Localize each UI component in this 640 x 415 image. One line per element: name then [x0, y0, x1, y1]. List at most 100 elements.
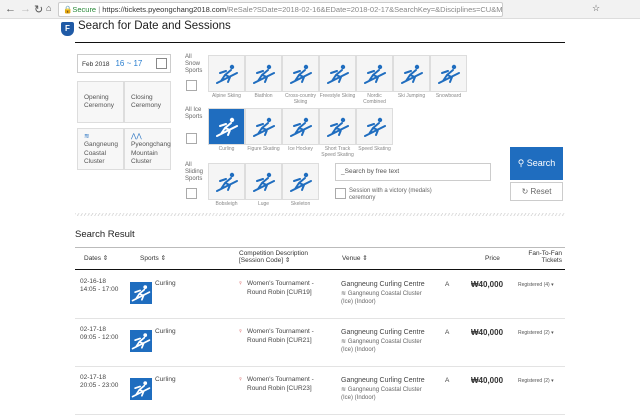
- col-description[interactable]: Competition Description [Session Code] ⇕: [239, 250, 308, 264]
- row-sport: Curling: [155, 328, 176, 335]
- home-icon[interactable]: ⌂: [46, 3, 51, 13]
- sport-icon: [208, 108, 245, 145]
- row-sport: Curling: [155, 376, 176, 383]
- date-month: Feb 2018: [82, 61, 110, 68]
- row-tickets-dropdown[interactable]: Registered (4) ▾: [518, 282, 554, 288]
- table-row[interactable]: 02-17-18 09:05 - 12:00 Curling ♀ Women's …: [75, 319, 565, 367]
- sport-tile[interactable]: Cross-country Skiing: [282, 55, 319, 105]
- address-bar[interactable]: 🔒Secure | https://tickets.pyeongchang201…: [58, 2, 503, 17]
- row-sport: Curling: [155, 280, 176, 287]
- divider: [75, 247, 565, 248]
- all-sports-checkbox[interactable]: [186, 188, 197, 199]
- sport-icon: [393, 55, 430, 92]
- sport-icon: [356, 55, 393, 92]
- col-price: Price: [485, 255, 500, 262]
- cluster-icon: ≋: [341, 338, 348, 345]
- sport-tile[interactable]: Nordic Combined: [356, 55, 393, 105]
- sport-tile[interactable]: Figure Skating: [245, 108, 282, 158]
- date-picker[interactable]: Feb 2018 16 ~ 17: [77, 54, 171, 73]
- female-icon: ♀: [238, 376, 243, 383]
- free-text-search-input[interactable]: _Search by free text: [335, 163, 491, 181]
- opening-ceremony-button[interactable]: Opening Ceremony: [77, 81, 124, 123]
- sport-tile[interactable]: Ice Hockey: [282, 108, 319, 158]
- row-time: 14:05 - 17:00: [80, 286, 119, 294]
- sport-label: Skeleton: [290, 201, 311, 207]
- sport-label: Bobsleigh: [215, 201, 238, 207]
- browser-toolbar: ← → ↻ ⌂ 🔒Secure | https://tickets.pyeong…: [0, 0, 640, 19]
- sport-tile[interactable]: Speed Skating: [356, 108, 393, 158]
- all-sports-checkbox[interactable]: [186, 80, 197, 91]
- sport-icon: [319, 108, 356, 145]
- row-cluster: Gangneung Coastal Cluster: [347, 386, 422, 393]
- reset-label: Reset: [530, 187, 552, 196]
- sport-tile[interactable]: Ski Jumping: [393, 55, 430, 105]
- row-event[interactable]: Women's Tournament - Round Robin [CUR19]: [247, 280, 327, 298]
- row-tickets-dropdown[interactable]: Registered (2) ▾: [518, 330, 554, 336]
- sport-tile[interactable]: Curling: [208, 108, 245, 158]
- sport-label: Nordic Combined: [363, 93, 386, 105]
- medal-ceremony-checkbox[interactable]: [335, 188, 346, 199]
- sport-tile[interactable]: Short Track Speed Skating: [319, 108, 356, 158]
- female-icon: ♀: [238, 328, 243, 335]
- table-row[interactable]: 02-17-18 20:05 - 23:00 Curling ♀ Women's …: [75, 367, 565, 415]
- curling-icon: [130, 378, 152, 400]
- calendar-icon[interactable]: [156, 58, 167, 69]
- sport-tile[interactable]: Alpine Skiing: [208, 55, 245, 105]
- row-venue-type: (Ice) (Indoor): [341, 395, 376, 402]
- sport-icon: [319, 55, 356, 92]
- group-label: All Sliding Sports: [185, 162, 204, 182]
- sport-label: Alpine Skiing: [212, 93, 241, 99]
- forward-icon[interactable]: →: [20, 3, 31, 15]
- all-sports-checkbox[interactable]: [186, 133, 197, 144]
- row-date: 02-17-18: [80, 374, 107, 381]
- search-button[interactable]: ⚲ Search: [510, 147, 563, 180]
- row-seat-grade: A: [445, 377, 450, 384]
- sport-tile[interactable]: Bobsleigh: [208, 163, 245, 208]
- page-title: Search for Date and Sessions: [78, 20, 231, 32]
- sport-label: Curling: [218, 146, 235, 152]
- sport-icon: [282, 108, 319, 145]
- sport-label: Short Track Speed Skating: [321, 146, 354, 158]
- curling-icon: [130, 330, 152, 352]
- sport-tile[interactable]: Luge: [245, 163, 282, 208]
- row-event[interactable]: Women's Tournament - Round Robin [CUR21]: [247, 328, 327, 346]
- row-event[interactable]: Women's Tournament - Round Robin [CUR23]: [247, 376, 327, 394]
- col-venue[interactable]: Venue ⇕: [342, 255, 368, 262]
- row-venue: Gangneung Curling Centre: [341, 329, 425, 336]
- sport-tile[interactable]: Freestyle Skiing: [319, 55, 356, 105]
- row-venue-type: (Ice) (Indoor): [341, 299, 376, 306]
- sport-label: Speed Skating: [358, 146, 391, 152]
- sport-icon: [282, 55, 319, 92]
- sport-label: Cross-country Skiing: [284, 93, 317, 105]
- col-fan-to-fan: Fan-To-Fan Tickets: [528, 250, 562, 265]
- reset-button[interactable]: ↻ Reset: [510, 182, 563, 201]
- star-icon[interactable]: ☆: [592, 3, 600, 14]
- reload-icon[interactable]: ↻: [34, 3, 43, 16]
- cluster-icon: ≋: [341, 290, 348, 297]
- url-path: /ReSale?SDate=2018-02-16&EDate=2018-02-1…: [226, 5, 503, 14]
- table-row[interactable]: 02-16-18 14:05 - 17:00 Curling ♀ Women's …: [75, 271, 565, 319]
- col-dates[interactable]: Dates ⇕: [84, 255, 108, 262]
- sport-label: Biathlon: [254, 93, 273, 99]
- sport-icon: [245, 163, 282, 200]
- cluster-label: Pyeongchang Mountain Cluster: [131, 141, 171, 166]
- sport-tile[interactable]: Biathlon: [245, 55, 282, 105]
- secure-label: Secure: [72, 5, 97, 14]
- closing-ceremony-button[interactable]: Closing Ceremony: [124, 81, 171, 123]
- row-price: ₩40,000: [471, 280, 504, 289]
- col-sports[interactable]: Sports ⇕: [140, 255, 166, 262]
- sport-tile[interactable]: Snowboard: [430, 55, 467, 105]
- row-time: 09:05 - 12:00: [80, 334, 119, 342]
- sport-icon: [245, 55, 282, 92]
- section-separator: [75, 213, 565, 216]
- sport-icon: [282, 163, 319, 200]
- coastal-cluster-button[interactable]: ≋ Gangneung Coastal Cluster: [77, 128, 124, 170]
- row-seat-grade: A: [445, 281, 450, 288]
- row-price: ₩40,000: [471, 328, 504, 337]
- row-tickets-dropdown[interactable]: Registered (2) ▾: [518, 378, 554, 384]
- mountain-cluster-button[interactable]: ⋀⋀ Pyeongchang Mountain Cluster: [124, 128, 171, 170]
- date-range: 16 ~ 17: [115, 59, 143, 68]
- back-icon[interactable]: ←: [5, 3, 16, 15]
- sport-tile[interactable]: Skeleton: [282, 163, 319, 208]
- sport-icon: [356, 108, 393, 145]
